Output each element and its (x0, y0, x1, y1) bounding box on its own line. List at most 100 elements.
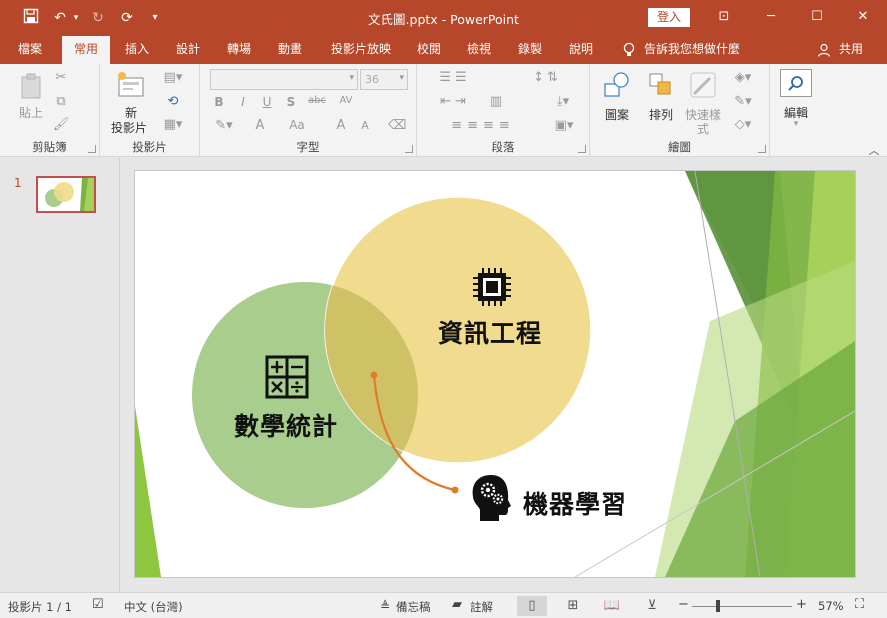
font-launcher-icon[interactable] (405, 145, 413, 153)
label-ml[interactable]: 機器學習 (523, 485, 627, 521)
tab-home[interactable]: 常用 (62, 36, 110, 64)
tab-file[interactable]: 檔案 (8, 36, 52, 64)
tab-view[interactable]: 檢視 (459, 36, 499, 64)
clipboard-launcher-icon[interactable] (88, 145, 96, 153)
char-spacing-button[interactable]: AV (332, 95, 360, 106)
zoom-slider-thumb[interactable] (716, 600, 720, 612)
shrink-font-button[interactable]: A (358, 119, 372, 132)
shapes-label[interactable]: 圖案 (598, 106, 636, 123)
tab-slideshow[interactable]: 投影片放映 (322, 36, 400, 64)
quick-styles-icon[interactable] (686, 70, 720, 100)
slide-sorter-button[interactable]: ⊞ (558, 596, 588, 616)
group-clipboard: 貼上 ✂ ⧉ 🖌 剪貼簿 (0, 64, 100, 157)
close-button[interactable]: ✕ (848, 6, 878, 28)
shapes-icon[interactable] (600, 70, 634, 100)
text-direction-icon[interactable]: ⤓▾ (543, 94, 583, 109)
align-icons[interactable]: ≡≡≡≡ (425, 118, 541, 133)
zoom-in-button[interactable]: + (796, 597, 807, 612)
slide-thumbnail[interactable] (36, 176, 96, 213)
comments-icon[interactable]: ▰ (452, 597, 462, 612)
tab-transitions[interactable]: 轉場 (219, 36, 259, 64)
zoom-out-button[interactable]: − (678, 597, 689, 612)
slide-thumbnail-panel: 1 (0, 158, 120, 592)
redo-icon[interactable]: ↻ (88, 8, 108, 28)
language-indicator[interactable]: 中文 (台灣) (124, 599, 183, 615)
drawing-launcher-icon[interactable] (758, 145, 766, 153)
cut-icon[interactable]: ✂ (52, 70, 70, 85)
paste-icon[interactable] (14, 72, 48, 99)
tab-animations[interactable]: 動畫 (270, 36, 310, 64)
shape-fill-icon[interactable]: ◈▾ (728, 70, 758, 85)
arrow-start-dot (370, 371, 378, 379)
tab-review[interactable]: 校閱 (409, 36, 449, 64)
paragraph-launcher-icon[interactable] (578, 145, 586, 153)
shape-effects-icon[interactable]: ◇▾ (728, 117, 758, 132)
spellcheck-icon[interactable]: ☑ (92, 597, 104, 612)
indent-icon[interactable]: ⇤⇥ (425, 94, 485, 109)
notes-icon[interactable]: ≜ (380, 599, 390, 613)
label-cs[interactable]: 資訊工程 (438, 314, 542, 350)
vertical-scrollbar[interactable] (866, 158, 887, 592)
font-size-value: 36 (365, 73, 379, 86)
italic-button[interactable]: I (236, 95, 250, 109)
tab-insert[interactable]: 插入 (117, 36, 157, 64)
undo-icon[interactable]: ↶ (50, 8, 70, 28)
grow-font-button[interactable]: A (334, 118, 348, 133)
label-stats[interactable]: 數學統計 (234, 407, 338, 443)
editing-dropdown-icon[interactable]: ▾ (778, 119, 814, 129)
bullets-icon[interactable]: ☰☰ (425, 70, 485, 85)
format-painter-icon[interactable]: 🖌 (52, 117, 70, 132)
slideshow-button[interactable]: ⊻ (637, 596, 667, 616)
maximize-button[interactable]: ☐ (802, 6, 832, 28)
section-icon[interactable]: ▦▾ (158, 117, 188, 132)
arrange-label[interactable]: 排列 (642, 106, 680, 123)
layout-icon[interactable]: ▤▾ (158, 70, 188, 85)
start-from-beginning-icon[interactable]: ⟳ (116, 8, 138, 28)
fit-to-window-icon[interactable]: ⛶ (855, 597, 864, 612)
strikethrough-button[interactable]: abc (306, 95, 328, 106)
bold-button[interactable]: B (212, 95, 226, 109)
find-icon[interactable] (780, 69, 812, 97)
line-spacing-icon[interactable]: ↕⇅ (509, 70, 585, 85)
group-label-slides: 投影片 (132, 140, 167, 154)
tell-me-search[interactable]: 告訴我您想做什麼 (644, 36, 764, 64)
customize-quick-access-icon[interactable]: ▾ (148, 8, 162, 28)
shape-outline-icon[interactable]: ✎▾ (728, 94, 758, 109)
change-case-button[interactable]: Aa (284, 118, 310, 132)
new-slide-label-2[interactable]: 投影片 (106, 119, 152, 136)
sign-in-button[interactable]: 登入 (648, 8, 690, 27)
minimize-button[interactable]: ─ (756, 6, 786, 28)
columns-icon[interactable]: ▥ (481, 94, 511, 109)
save-icon[interactable] (20, 8, 42, 28)
new-slide-icon[interactable] (114, 70, 148, 100)
smartart-icon[interactable]: ▣▾ (545, 118, 583, 133)
quick-styles-label-2[interactable]: 式 (682, 120, 724, 137)
reading-view-button[interactable]: 📖 (597, 596, 627, 616)
notes-button[interactable]: 備忘稿 (396, 599, 431, 615)
person-icon[interactable] (814, 36, 834, 64)
group-paragraph: ☰☰ ↕⇅ ⇤⇥ ▥ ⤓▾ ≡≡≡≡ ▣▾ 段落 (417, 64, 590, 157)
tab-record[interactable]: 錄製 (510, 36, 550, 64)
eraser-icon[interactable]: ⌫ (388, 118, 406, 133)
tab-help[interactable]: 說明 (561, 36, 601, 64)
collapse-ribbon-icon[interactable]: ︿ (866, 142, 882, 158)
normal-view-button[interactable]: ▯ (517, 596, 547, 616)
font-name-combo[interactable]: ▾ (210, 69, 358, 90)
font-color-button[interactable]: A (250, 118, 270, 133)
share-button[interactable]: 共用 (836, 36, 866, 64)
zoom-slider-track[interactable] (692, 606, 792, 607)
ribbon-display-options-icon[interactable]: ⊡ (709, 6, 739, 28)
underline-button[interactable]: U (260, 95, 274, 109)
copy-icon[interactable]: ⧉ (52, 94, 70, 109)
undo-dropdown-icon[interactable]: ▾ (70, 8, 82, 28)
reset-icon[interactable]: ⟲ (158, 94, 188, 109)
paste-label[interactable]: 貼上 (12, 104, 50, 121)
zoom-level[interactable]: 57% (818, 599, 844, 613)
clear-format-icon[interactable]: ✎▾ (210, 118, 238, 133)
shadow-button[interactable]: S (284, 95, 298, 109)
arrange-icon[interactable] (644, 70, 678, 100)
font-size-combo[interactable]: 36 ▾ (360, 69, 408, 90)
tab-design[interactable]: 設計 (168, 36, 208, 64)
comments-button[interactable]: 註解 (470, 599, 493, 615)
slide-canvas[interactable]: 資訊工程 數學統計 機器學習 (135, 171, 855, 577)
